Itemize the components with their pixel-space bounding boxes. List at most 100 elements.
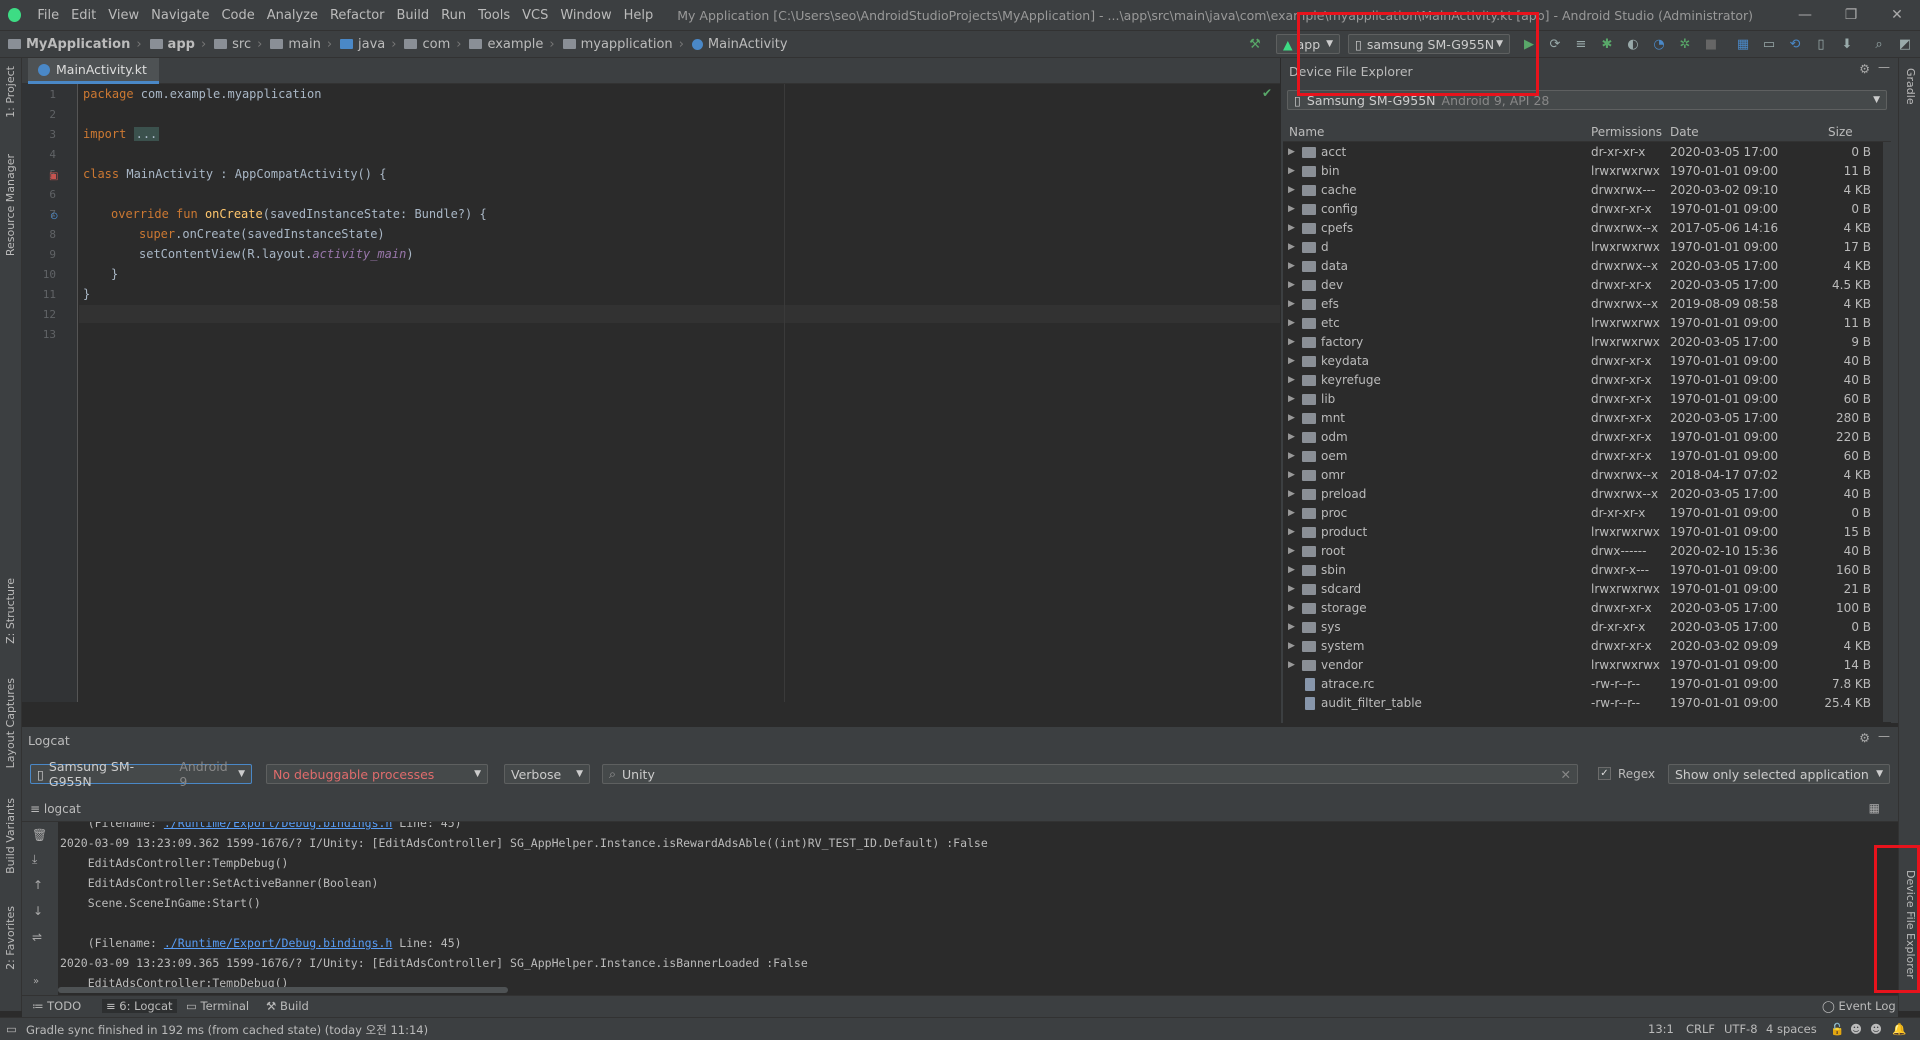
todo-tool-button[interactable]: ≔ TODO bbox=[32, 999, 81, 1013]
column-name[interactable]: Name bbox=[1289, 125, 1324, 139]
sync-gradle-icon[interactable]: ⟲ bbox=[1786, 35, 1804, 53]
layout-inspector-icon[interactable]: ▭ bbox=[1760, 35, 1778, 53]
sdk-manager-icon[interactable]: ⬇ bbox=[1838, 35, 1856, 53]
regex-checkbox[interactable]: ✓ bbox=[1598, 767, 1611, 780]
menu-window[interactable]: Window bbox=[554, 8, 617, 23]
build-tool-button[interactable]: ⚒ Build bbox=[266, 999, 309, 1013]
tab-mainactivity[interactable]: MainActivity.kt bbox=[28, 58, 159, 84]
menu-refactor[interactable]: Refactor bbox=[324, 8, 391, 23]
expand-arrow-icon[interactable]: ▶ bbox=[1288, 641, 1295, 651]
file-row[interactable]: ▶ bin lrwxrwxrwx 1970-01-01 09:00 11 B bbox=[1283, 162, 1891, 181]
logcat-output[interactable]: (Filename: ./Runtime/Export/Debug.bindin… bbox=[58, 822, 1898, 995]
restore-button[interactable]: ❐ bbox=[1828, 7, 1874, 23]
hide-panel-icon[interactable]: — bbox=[1878, 729, 1890, 743]
menu-run[interactable]: Run bbox=[435, 8, 472, 23]
apply-changes-icon[interactable]: ⟳ bbox=[1546, 35, 1564, 53]
file-row[interactable]: ▶ d lrwxrwxrwx 1970-01-01 09:00 17 B bbox=[1283, 238, 1891, 257]
breadcrumb-item[interactable]: myapplication › bbox=[559, 37, 688, 52]
file-row[interactable]: ▶ sys dr-xr-xr-x 2020-03-05 17:00 0 B bbox=[1283, 618, 1891, 637]
process-select[interactable]: No debuggable processes ▼ bbox=[266, 764, 488, 784]
file-row[interactable]: ▶ keyrefuge drwxr-xr-x 1970-01-01 09:00 40 B bbox=[1283, 371, 1891, 390]
column-permissions[interactable]: Permissions bbox=[1591, 125, 1662, 139]
file-row[interactable]: ▶ data drwxrwx--x 2020-03-05 17:00 4 KB bbox=[1283, 257, 1891, 276]
expand-arrow-icon[interactable]: ▶ bbox=[1288, 356, 1295, 366]
expand-arrow-icon[interactable]: ▶ bbox=[1288, 280, 1295, 290]
file-row[interactable]: ▶ oem drwxr-xr-x 1970-01-01 09:00 60 B bbox=[1283, 447, 1891, 466]
breadcrumb-item[interactable]: MyApplication › bbox=[4, 37, 146, 52]
filter-select[interactable]: Show only selected application ▼ bbox=[1668, 764, 1890, 784]
horizontal-scrollbar[interactable] bbox=[58, 987, 508, 993]
file-row[interactable]: ▶ sbin drwxr-x--- 1970-01-01 09:00 160 B bbox=[1283, 561, 1891, 580]
minimize-button[interactable]: — bbox=[1782, 7, 1828, 23]
menu-vcs[interactable]: VCS bbox=[516, 8, 554, 23]
log-level-select[interactable]: Verbose ▼ bbox=[504, 764, 590, 784]
expand-arrow-icon[interactable]: ▶ bbox=[1288, 242, 1295, 252]
source-link[interactable]: ./Runtime/Export/Debug.bindings.h bbox=[164, 936, 392, 950]
file-row[interactable]: ▶ factory lrwxrwxrwx 2020-03-05 17:00 9 B bbox=[1283, 333, 1891, 352]
status-layout-icon[interactable]: ▭ bbox=[6, 1022, 17, 1036]
override-gutter-icon[interactable]: ⊙ bbox=[50, 211, 58, 222]
search-everywhere-icon[interactable]: ⌕ bbox=[1870, 35, 1888, 53]
file-row[interactable]: ▶ proc dr-xr-xr-x 1970-01-01 09:00 0 B bbox=[1283, 504, 1891, 523]
file-row[interactable]: ▶ omr drwxrwx--x 2018-04-17 07:02 4 KB bbox=[1283, 466, 1891, 485]
file-row[interactable]: ▶ sdcard lrwxrwxrwx 1970-01-01 09:00 21 B bbox=[1283, 580, 1891, 599]
expand-arrow-icon[interactable]: ▶ bbox=[1288, 565, 1295, 575]
file-row[interactable]: ▶ config drwxr-xr-x 1970-01-01 09:00 0 B bbox=[1283, 200, 1891, 219]
file-row[interactable]: atrace.rc -rw-r--r-- 1970-01-01 09:00 7.8 K… bbox=[1283, 675, 1891, 694]
code-editor[interactable]: package com.example.myapplication import… bbox=[79, 84, 1280, 702]
layout-icon[interactable]: ▦ bbox=[1869, 801, 1880, 815]
expand-arrow-icon[interactable]: ▶ bbox=[1288, 185, 1295, 195]
file-row[interactable]: ▶ cache drwxrwx--- 2020-03-02 09:10 4 KB bbox=[1283, 181, 1891, 200]
more-icon[interactable]: » bbox=[33, 976, 39, 987]
indent-setting[interactable]: 4 spaces bbox=[1766, 1022, 1817, 1036]
line-separator[interactable]: CRLF bbox=[1686, 1022, 1715, 1036]
file-row[interactable]: ▶ dev drwxr-xr-x 2020-03-05 17:00 4.5 KB bbox=[1283, 276, 1891, 295]
menu-view[interactable]: View bbox=[102, 8, 145, 23]
expand-arrow-icon[interactable]: ▶ bbox=[1288, 622, 1295, 632]
stop-icon[interactable]: ■ bbox=[1702, 35, 1720, 53]
logcat-tool-button[interactable]: ≡ 6: Logcat bbox=[102, 999, 177, 1013]
build-variants-tool-button[interactable]: Build Variants bbox=[4, 798, 17, 874]
expand-arrow-icon[interactable]: ▶ bbox=[1288, 413, 1295, 423]
file-row[interactable]: ▶ efs drwxrwx--x 2019-08-09 08:58 4 KB bbox=[1283, 295, 1891, 314]
file-row[interactable]: ▶ product lrwxrwxrwx 1970-01-01 09:00 15 B bbox=[1283, 523, 1891, 542]
soft-wrap-icon[interactable]: ⇌ bbox=[32, 930, 42, 944]
project-tool-button[interactable]: 1: Project bbox=[4, 66, 17, 118]
expand-arrow-icon[interactable]: ▶ bbox=[1288, 603, 1295, 613]
expand-arrow-icon[interactable]: ▶ bbox=[1288, 375, 1295, 385]
menu-navigate[interactable]: Navigate bbox=[145, 8, 215, 23]
file-row[interactable]: ▶ lib drwxr-xr-x 1970-01-01 09:00 60 B bbox=[1283, 390, 1891, 409]
resource-manager-tool-button[interactable]: Resource Manager bbox=[4, 154, 17, 256]
memory-icon[interactable]: ☻ bbox=[1870, 1022, 1882, 1036]
file-row[interactable]: ▶ cpefs drwxrwx--x 2017-05-06 14:16 4 KB bbox=[1283, 219, 1891, 238]
cursor-position[interactable]: 13:1 bbox=[1648, 1022, 1674, 1036]
terminal-tool-button[interactable]: ▭ Terminal bbox=[186, 999, 249, 1013]
hide-panel-icon[interactable]: — bbox=[1878, 60, 1890, 74]
file-row[interactable]: ▶ mnt drwxr-xr-x 2020-03-05 17:00 280 B bbox=[1283, 409, 1891, 428]
expand-arrow-icon[interactable]: ▶ bbox=[1288, 204, 1295, 214]
breadcrumb-item[interactable]: src › bbox=[210, 37, 266, 52]
down-arrow-icon[interactable]: ↓ bbox=[33, 904, 43, 918]
menu-code[interactable]: Code bbox=[215, 8, 260, 23]
debug-icon[interactable]: ✱ bbox=[1598, 35, 1616, 53]
breadcrumb-item[interactable]: com › bbox=[400, 37, 465, 52]
expand-arrow-icon[interactable]: ▶ bbox=[1288, 318, 1295, 328]
clear-search-icon[interactable]: ✕ bbox=[1561, 767, 1571, 782]
breadcrumb-item[interactable]: MainActivity bbox=[688, 37, 792, 52]
up-arrow-icon[interactable]: ↑ bbox=[33, 878, 43, 892]
breadcrumb-item[interactable]: app › bbox=[146, 37, 211, 52]
file-row[interactable]: ▶ preload drwxrwx--x 2020-03-05 17:00 40 B bbox=[1283, 485, 1891, 504]
trash-icon[interactable]: 🗑 bbox=[32, 828, 47, 842]
column-size[interactable]: Size bbox=[1828, 125, 1853, 139]
logcat-device-select[interactable]: ▯ Samsung SM-G955N Android 9 ▼ bbox=[30, 759, 252, 789]
file-row[interactable]: ▶ keydata drwxr-xr-x 1970-01-01 09:00 40 B bbox=[1283, 352, 1891, 371]
layout-captures-tool-button[interactable]: Layout Captures bbox=[4, 678, 17, 768]
expand-arrow-icon[interactable]: ▶ bbox=[1288, 261, 1295, 271]
source-link[interactable]: ./Runtime/Export/Debug.bindings.h bbox=[164, 822, 392, 830]
expand-arrow-icon[interactable]: ▶ bbox=[1288, 223, 1295, 233]
menu-analyze[interactable]: Analyze bbox=[261, 8, 324, 23]
coverage-icon[interactable]: ◐ bbox=[1624, 35, 1642, 53]
file-encoding[interactable]: UTF-8 bbox=[1724, 1022, 1758, 1036]
menu-help[interactable]: Help bbox=[618, 8, 660, 23]
close-window-button[interactable]: ✕ bbox=[1874, 7, 1920, 23]
